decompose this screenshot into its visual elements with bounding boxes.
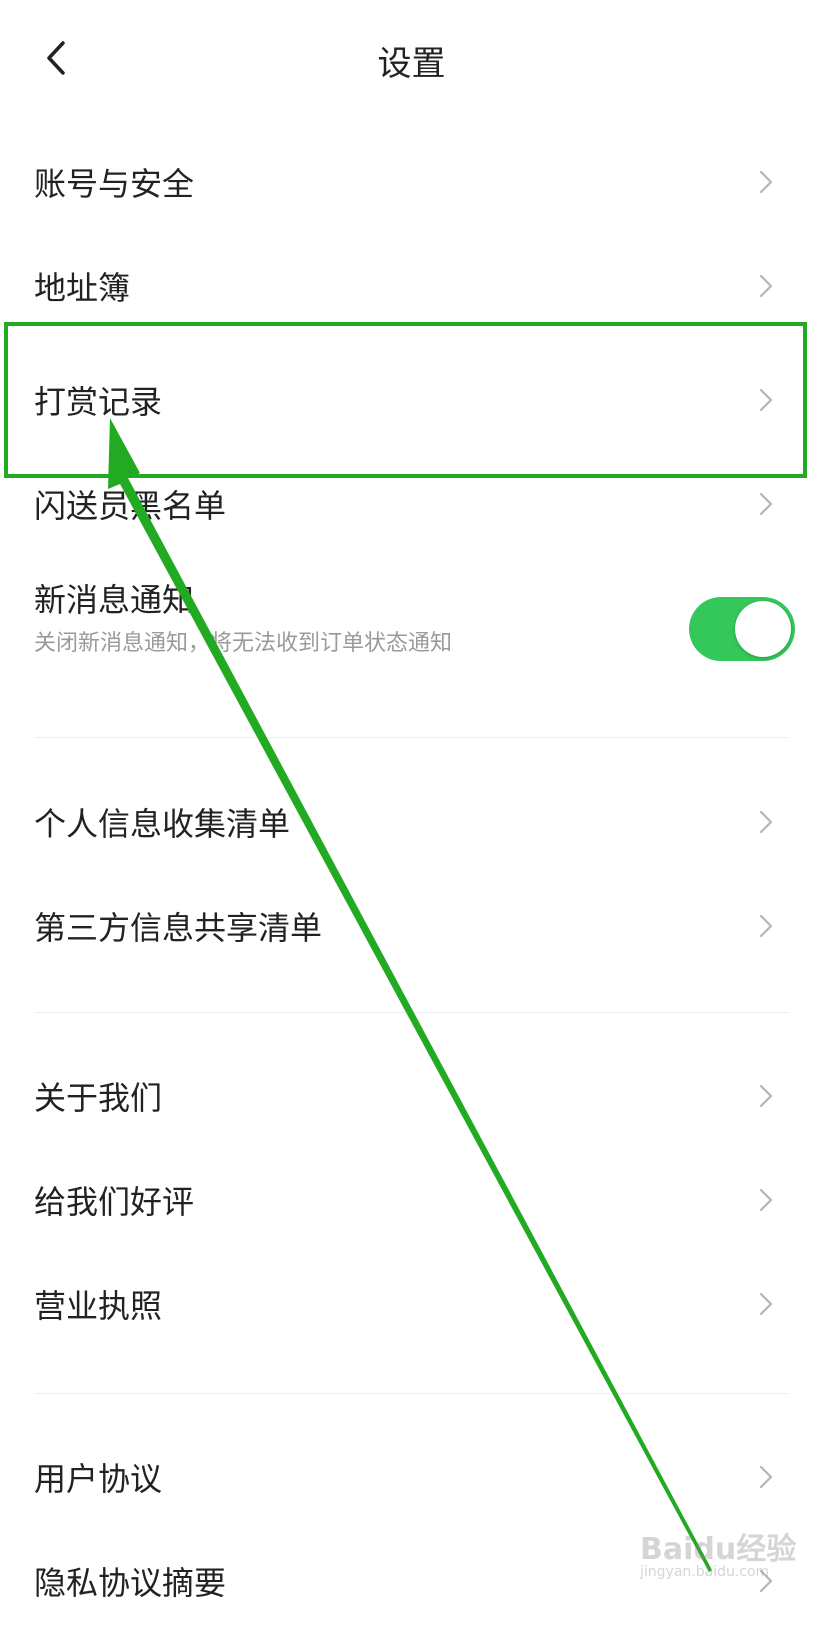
chevron-right-icon: [759, 492, 773, 516]
notification-title: 新消息通知: [34, 581, 195, 619]
settings-item-third-party-sharing-list[interactable]: 第三方信息共享清单: [0, 874, 823, 978]
settings-item-label: 第三方信息共享清单: [34, 909, 323, 947]
settings-item-label: 用户协议: [34, 1460, 163, 1498]
chevron-right-icon: [759, 1188, 773, 1212]
chevron-right-icon: [759, 1292, 773, 1316]
settings-item-new-message-notification: 新消息通知 关闭新消息通知，将无法收到订单状态通知: [0, 555, 823, 685]
settings-item-label: 隐私协议摘要: [34, 1564, 227, 1602]
notification-subtitle: 关闭新消息通知，将无法收到订单状态通知: [34, 631, 453, 656]
section-divider: [34, 1012, 789, 1013]
notification-toggle[interactable]: [689, 597, 795, 661]
section-divider: [34, 1393, 789, 1394]
settings-item-label: 闪送员黑名单: [34, 487, 227, 525]
settings-item-label: 地址簿: [34, 269, 131, 307]
settings-item-label: 账号与安全: [34, 165, 195, 203]
chevron-right-icon: [759, 914, 773, 938]
settings-item-rate-us[interactable]: 给我们好评: [0, 1148, 823, 1252]
settings-item-address-book[interactable]: 地址簿: [0, 234, 823, 338]
toggle-knob: [735, 601, 791, 657]
settings-item-business-license[interactable]: 营业执照: [0, 1252, 823, 1356]
section-divider: [34, 737, 789, 738]
settings-item-courier-blacklist[interactable]: 闪送员黑名单: [0, 452, 823, 556]
chevron-right-icon: [759, 274, 773, 298]
settings-item-privacy-summary[interactable]: 隐私协议摘要: [0, 1529, 823, 1633]
settings-item-label: 打赏记录: [34, 383, 163, 421]
chevron-right-icon: [759, 810, 773, 834]
chevron-right-icon: [759, 1084, 773, 1108]
settings-item-label: 给我们好评: [34, 1183, 195, 1221]
chevron-right-icon: [759, 170, 773, 194]
page-title: 设置: [377, 44, 446, 84]
settings-item-label: 关于我们: [34, 1079, 163, 1117]
settings-item-account-security[interactable]: 账号与安全: [0, 130, 823, 234]
settings-item-label: 营业执照: [34, 1287, 163, 1325]
settings-item-tip-records[interactable]: 打赏记录: [0, 348, 823, 452]
settings-item-personal-info-list[interactable]: 个人信息收集清单: [0, 770, 823, 874]
chevron-right-icon: [759, 388, 773, 412]
top-bar: 设置: [0, 0, 823, 120]
settings-item-label: 个人信息收集清单: [34, 805, 291, 843]
settings-item-about-us[interactable]: 关于我们: [0, 1044, 823, 1148]
chevron-right-icon: [759, 1569, 773, 1593]
settings-item-user-agreement[interactable]: 用户协议: [0, 1425, 823, 1529]
chevron-right-icon: [759, 1465, 773, 1489]
